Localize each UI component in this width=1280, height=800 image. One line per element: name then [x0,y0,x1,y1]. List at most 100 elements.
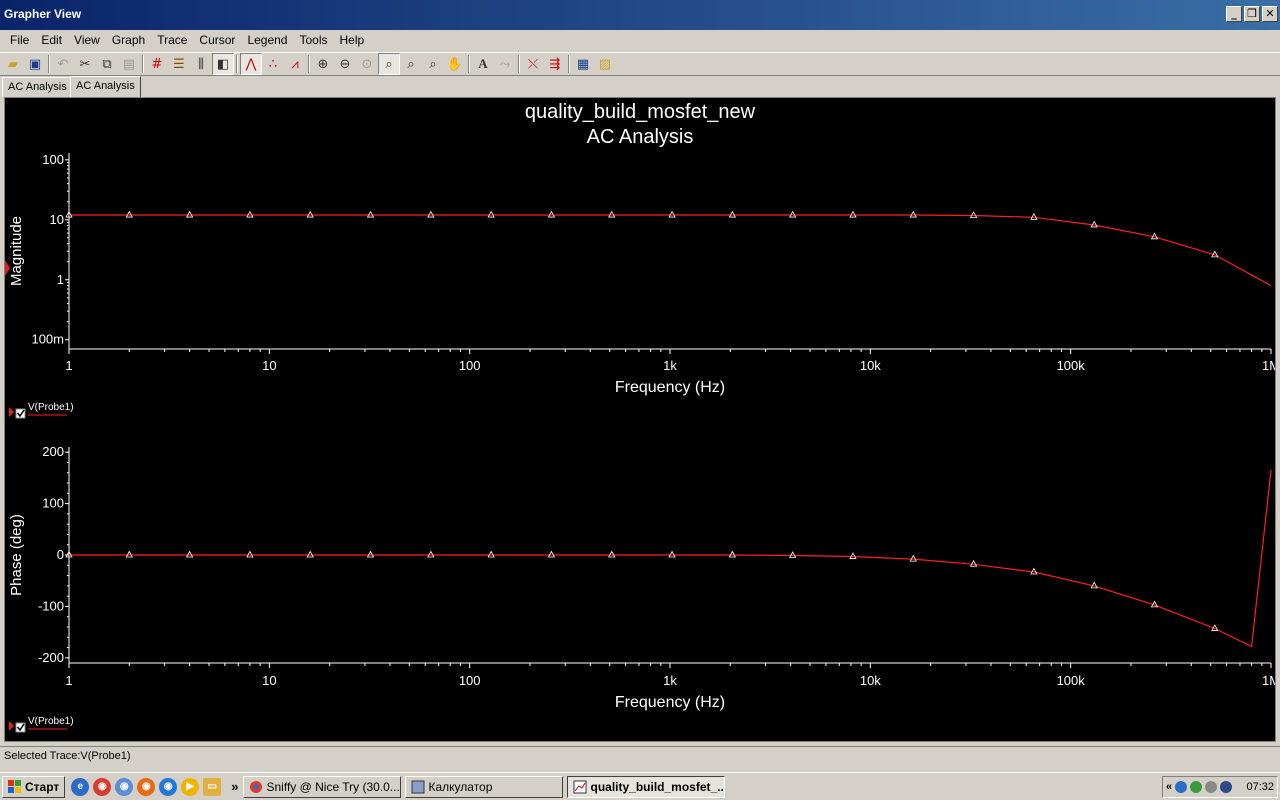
menu-trace[interactable]: Trace [151,33,193,47]
task-label: Калкулатор [428,779,493,794]
start-button[interactable]: Старт [2,775,66,798]
chrome-icon [249,780,262,793]
data-point [909,210,917,218]
toolbar-separator [518,55,520,73]
y-axis-label: Phase (deg) [8,514,25,596]
y-tick-label: 100 [42,496,64,511]
zoom-area-icon[interactable]: ⌕ [378,53,400,75]
menu-file[interactable]: File [4,33,35,47]
tab-ac-analysis-1[interactable]: AC Analysis [2,77,73,97]
export-icon[interactable]: ⇶ [544,53,566,75]
plot-area[interactable]: quality_build_mosfet_new AC Analysis 1 10… [4,97,1280,742]
data-point [125,550,133,558]
data-point [366,210,375,218]
open-icon[interactable]: ▰ [2,53,24,75]
window-title: Grapher View [4,7,82,21]
data-point [306,210,314,218]
menu-tools[interactable]: Tools [293,33,333,47]
opera-icon[interactable]: ◉ [159,777,178,796]
task-label: quality_build_mosfet_... [590,779,725,794]
ie-icon[interactable]: e [71,777,90,796]
toolbar-separator [308,55,310,73]
browser-icon[interactable]: ◉ [115,777,134,796]
legend-label: V(Probe1) [28,716,74,727]
bluetooth-icon[interactable] [1175,781,1188,793]
tray-chevron-icon[interactable]: « [1166,781,1172,793]
text-icon[interactable]: A [472,53,494,75]
chart-svg[interactable]: quality_build_mosfet_new AC Analysis 1 10… [5,98,1280,741]
overlay-icon[interactable]: ◧ [212,53,234,75]
start-label: Старт [25,779,60,794]
minimize-button[interactable]: _ [1226,6,1242,22]
data-point [427,550,435,558]
menu-edit[interactable]: Edit [35,33,68,47]
data-point [789,210,797,218]
media-player-icon[interactable]: ▶ [181,777,200,796]
y-tick-label: -100 [38,598,64,613]
windows-logo-icon [8,779,21,793]
task-chrome[interactable]: Sniffy @ Nice Try (30.0... [242,775,401,798]
zoom-y-icon[interactable]: ⌕ [422,53,444,75]
add-trace-icon[interactable]: ⤬ [522,53,544,75]
grapher-icon [573,780,586,793]
series-line [69,470,1272,648]
network-icon[interactable] [1190,781,1203,793]
legend-marker-icon [9,407,14,417]
label-icon[interactable]: ⤳ [494,53,516,75]
task-grapher[interactable]: quality_build_mosfet_... [566,775,725,798]
data-point [728,550,737,558]
undo-icon[interactable]: ↶ [52,53,74,75]
folder-icon[interactable]: ▭ [203,777,222,796]
zoom-out-icon[interactable]: ⊖ [334,53,356,75]
print-preview-icon[interactable]: ▨ [594,53,616,75]
line-dots-trace-icon[interactable]: ⩘ [284,53,306,75]
x-tick-label: 1k [663,673,677,688]
x-tick-label: 1M [1262,673,1275,688]
zoom-full-icon[interactable]: ⊙ [356,53,378,75]
restore-button[interactable]: ❐ [1244,6,1260,22]
cut-icon[interactable]: ✂ [74,53,96,75]
toolbar-separator [48,55,50,73]
zoom-in-icon[interactable]: ⊕ [312,53,334,75]
menu-cursor[interactable]: Cursor [193,33,241,47]
properties-icon[interactable]: ▦ [572,53,594,75]
menu-graph[interactable]: Graph [106,33,151,47]
x-tick-label: 10 [262,358,276,373]
toolbar: ▰ ▣ ↶ ✂ ⧉ ▤ # ☰ ⫼ ◧ ⋀ ∴ ⩘ ⊕ ⊖ ⊙ ⌕ ⌕ ⌕ ✋ … [0,52,1280,76]
toolbar-separator [568,55,570,73]
zoom-x-icon[interactable]: ⌕ [400,53,422,75]
volume-icon[interactable] [1205,781,1218,793]
grid-icon[interactable]: # [146,53,168,75]
security-icon[interactable] [1220,781,1233,793]
firefox-icon[interactable]: ◉ [137,777,156,796]
menu-view[interactable]: View [68,33,106,47]
dots-trace-icon[interactable]: ∴ [262,53,284,75]
save-icon[interactable]: ▣ [24,53,46,75]
task-calculator[interactable]: Калкулатор [404,775,563,798]
x-tick-label: 1 [65,673,72,688]
y-tick-label: 0 [57,547,64,562]
menu-legend[interactable]: Legend [241,33,293,47]
calculator-icon [411,780,424,793]
copy-icon[interactable]: ⧉ [96,53,118,75]
paste-icon[interactable]: ▤ [118,53,140,75]
data-point [789,551,797,558]
legend-icon[interactable]: ☰ [168,53,190,75]
menu-bar: File Edit View Graph Trace Cursor Legend… [0,30,1280,50]
y-tick-label: -200 [38,650,64,665]
chevron-right-icon[interactable]: » [231,779,238,794]
data-point [487,210,495,218]
menu-help[interactable]: Help [334,33,371,47]
x-tick-label: 100 [459,358,481,373]
close-button[interactable]: ✕ [1262,6,1278,22]
cursors-icon[interactable]: ⫼ [190,53,212,75]
data-point [668,550,676,558]
tab-ac-analysis-2[interactable]: AC Analysis [70,76,141,97]
chrome-icon[interactable]: ◉ [93,777,112,796]
legend-marker-icon [9,721,14,731]
data-point [1030,212,1038,220]
pan-icon[interactable]: ✋ [444,53,466,75]
y-tick-label: 100m [31,332,64,347]
data-point [608,210,616,218]
line-trace-icon[interactable]: ⋀ [240,53,262,75]
